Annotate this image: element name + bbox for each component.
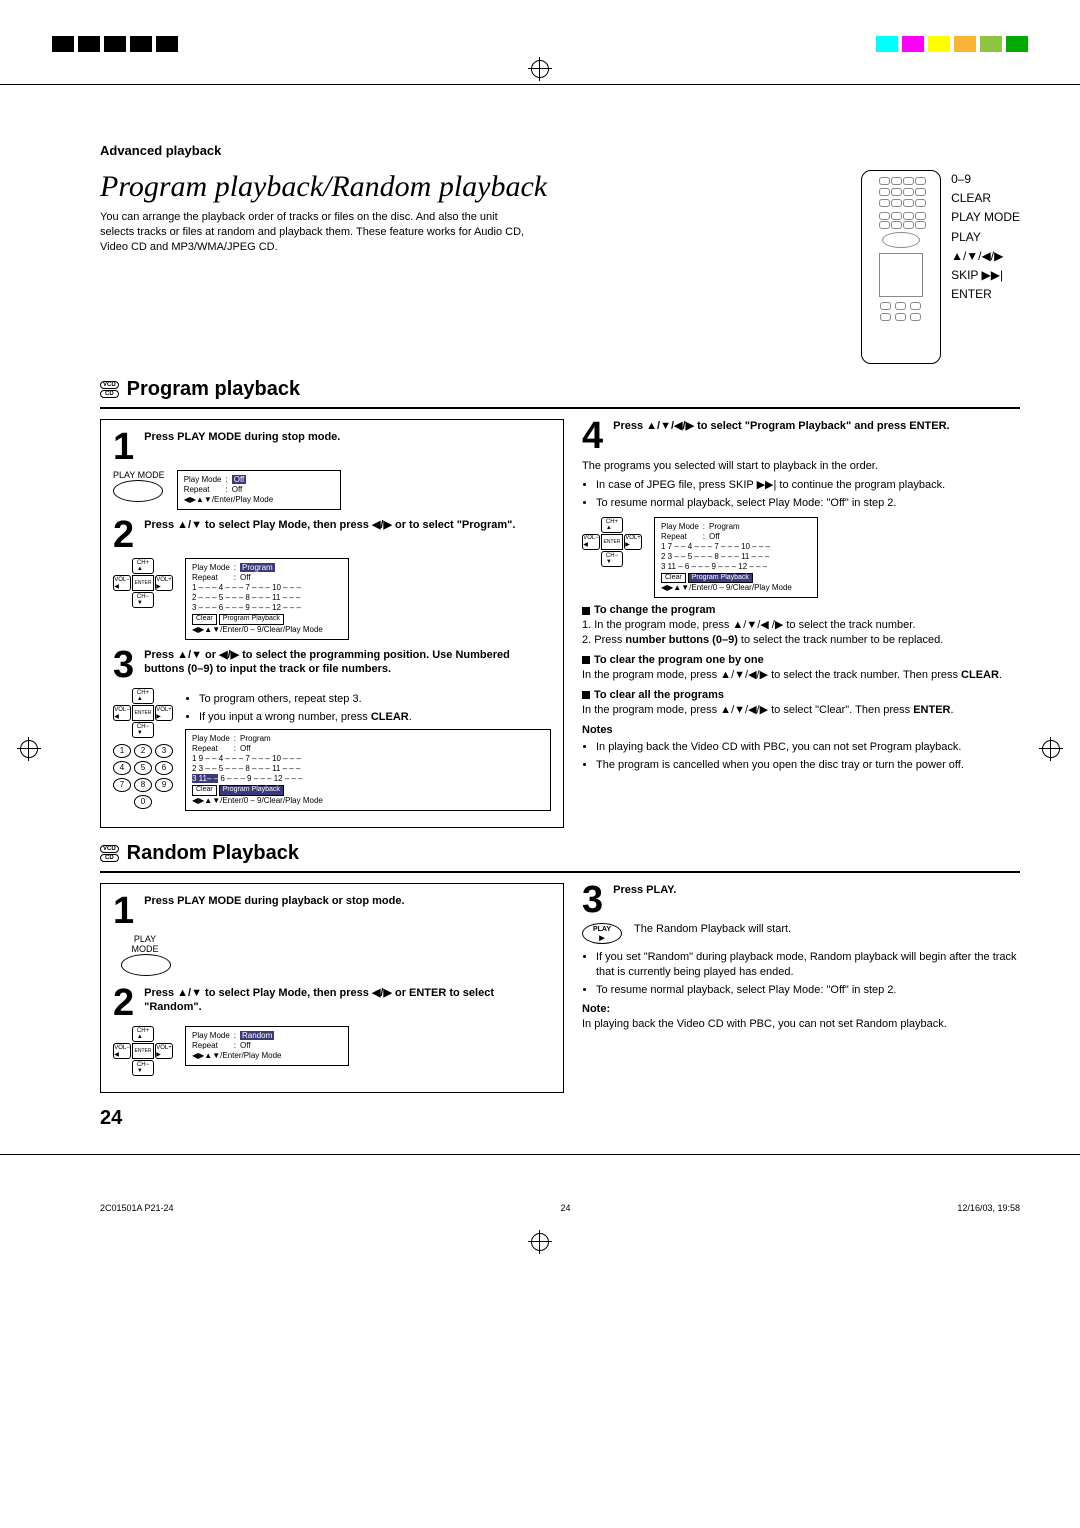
- program-notes: In playing back the Video CD with PBC, y…: [596, 740, 1020, 773]
- random-step1-num: 1: [113, 894, 134, 928]
- step3-text: Press ▲/▼ or ◀/▶ to select the programmi…: [144, 648, 551, 677]
- step4-text: Press ▲/▼/◀/▶ to select "Program Playbac…: [613, 419, 1020, 433]
- disc-type-badge: VCDCD: [100, 381, 119, 398]
- nav-cross-icon: CH+▲ VOL−◀ENTERVOL+▶ CH−▼: [113, 558, 173, 608]
- remote-diagram: [861, 170, 941, 364]
- remote-labels: 0–9 CLEAR PLAY MODE PLAY ▲/▼/◀/▶ SKIP ▶▶…: [951, 170, 1020, 304]
- random-heading: Random Playback: [127, 842, 299, 865]
- step-number-4: 4: [582, 419, 603, 453]
- random-steps-1to2: 1 Press PLAY MODE during playback or sto…: [100, 883, 564, 1093]
- step4-bullets: In case of JPEG file, press SKIP ▶▶| to …: [596, 478, 1020, 511]
- step1-text: Press PLAY MODE during stop mode.: [144, 430, 551, 444]
- footer-left: 2C01501A P21-24: [100, 1203, 174, 1213]
- page-number: 24: [100, 1107, 1020, 1130]
- random-note: In playing back the Video CD with PBC, y…: [582, 1017, 1020, 1032]
- random-step2-text: Press ▲/▼ to select Play Mode, then pres…: [144, 986, 551, 1015]
- osd-random: Play Mode:Random Repeat:Off ◀▶▲▼/Enter/P…: [185, 1026, 349, 1066]
- footer: 2C01501A P21-24 24 12/16/03, 19:58: [0, 1173, 1080, 1233]
- random-step3-text: Press PLAY.: [613, 883, 1020, 897]
- random-step2-num: 2: [113, 986, 134, 1020]
- program-heading: Program playback: [127, 378, 300, 401]
- osd-step1: Play Mode:Off Repeat:Off ◀▶▲▼/Enter/Play…: [177, 470, 341, 510]
- notes-heading: Notes: [582, 724, 1020, 736]
- program-steps-1to3: 1 Press PLAY MODE during stop mode. PLAY…: [100, 419, 564, 828]
- registration-mark-bottom: [531, 1233, 549, 1251]
- change-heading: To change the program: [582, 604, 1020, 616]
- step-number-3: 3: [113, 648, 134, 682]
- number-pad-icon: 123 456 789: [113, 744, 173, 792]
- nav-cross-icon-2: CH+▲ VOL−◀ENTERVOL+▶ CH−▼: [113, 688, 173, 738]
- section-label: Advanced playback: [100, 143, 1020, 158]
- color-registration-bar: [52, 36, 1080, 52]
- random-step3-notes: 3 Press PLAY. PLAY▶ The Random Playback …: [582, 883, 1020, 1093]
- step-number-2: 2: [113, 518, 134, 552]
- step-number-1: 1: [113, 430, 134, 464]
- page-title: Program playback/Random playback: [100, 170, 843, 204]
- program-steps-4-notes: 4 Press ▲/▼/◀/▶ to select "Program Playb…: [582, 419, 1020, 828]
- registration-mark-top: [531, 60, 549, 78]
- disc-type-badge-2: VCDCD: [100, 845, 119, 862]
- play-mode-label-2: PLAY MODE: [121, 934, 169, 954]
- nav-cross-icon-3: CH+▲ VOL−◀ENTERVOL+▶ CH−▼: [582, 517, 642, 567]
- nav-cross-icon-4: CH+▲ VOL−◀ENTERVOL+▶ CH−▼: [113, 1026, 173, 1076]
- footer-mid: 24: [560, 1203, 570, 1213]
- play-mode-button-icon: [113, 480, 163, 502]
- osd-step2: Play Mode:Program Repeat:Off 1 – – – 4 –…: [185, 558, 349, 640]
- step2-text: Press ▲/▼ to select Play Mode, then pres…: [144, 518, 551, 532]
- clear-one-text: In the program mode, press ▲/▼/◀/▶ to se…: [582, 668, 1020, 683]
- footer-right: 12/16/03, 19:58: [957, 1203, 1020, 1213]
- change-text: 1. In the program mode, press ▲/▼/◀ /▶ t…: [582, 618, 1020, 648]
- random-note-heading: Note:: [582, 1003, 1020, 1015]
- step3-tips: To program others, repeat step 3. If you…: [199, 692, 551, 725]
- step4-body: The programs you selected will start to …: [582, 459, 1020, 474]
- clear-all-text: In the program mode, press ▲/▼/◀/▶ to se…: [582, 703, 1020, 718]
- play-mode-label: PLAY MODE: [113, 470, 165, 480]
- osd-step4: Play Mode:Program Repeat:Off 1 7 – – 4 –…: [654, 517, 818, 599]
- osd-step3: Play Mode:Program Repeat:Off 1 9 – – 4 –…: [185, 729, 551, 811]
- random-step3-body: The Random Playback will start.: [634, 923, 791, 935]
- random-step1-text: Press PLAY MODE during playback or stop …: [144, 894, 551, 908]
- play-button-icon: PLAY▶: [582, 923, 622, 944]
- intro-text: You can arrange the playback order of tr…: [100, 210, 530, 255]
- clear-all-heading: To clear all the programs: [582, 689, 1020, 701]
- random-step3-num: 3: [582, 883, 603, 917]
- clear-one-heading: To clear the program one by one: [582, 654, 1020, 666]
- play-mode-button-icon-2: [121, 954, 171, 976]
- random-bullets: If you set "Random" during playback mode…: [596, 950, 1020, 998]
